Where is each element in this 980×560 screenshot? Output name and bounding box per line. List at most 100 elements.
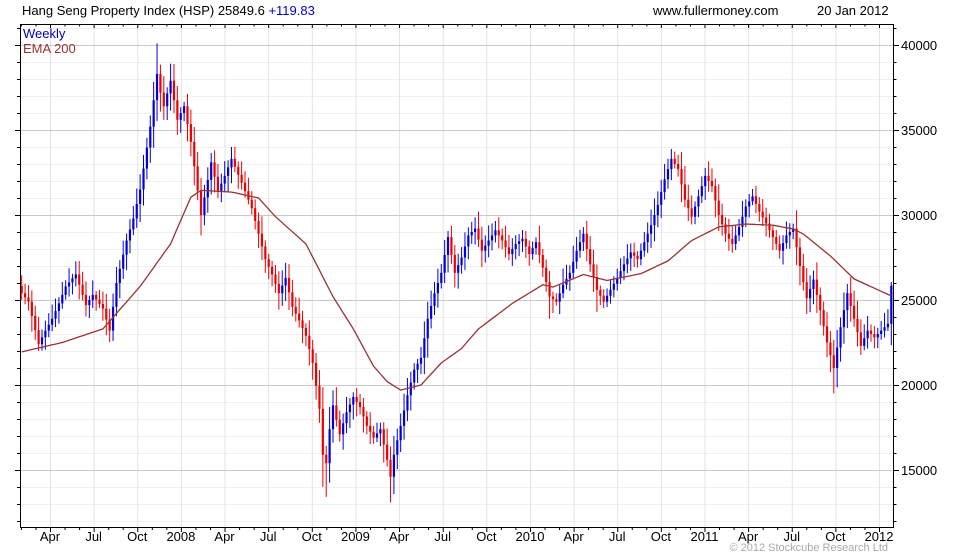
candle: [673, 151, 676, 169]
candle: [352, 392, 355, 420]
candle: [744, 199, 747, 228]
x-axis-label: Jul: [609, 529, 626, 544]
candle: [829, 331, 832, 373]
x-axis-label: Apr: [214, 529, 235, 544]
candle: [291, 279, 294, 317]
x-axis-label: Jul: [434, 529, 451, 544]
candle: [487, 225, 490, 258]
candles-layer: [20, 43, 893, 503]
candle: [781, 235, 785, 265]
candle: [514, 235, 517, 260]
chart-legend: Weekly EMA 200: [23, 26, 76, 56]
candle: [155, 43, 159, 121]
candle: [314, 353, 318, 400]
candle: [808, 275, 812, 313]
candle: [778, 235, 781, 259]
candle: [375, 422, 379, 443]
candle: [331, 390, 335, 443]
y-axis-label: 40000: [901, 38, 937, 53]
candle: [166, 87, 169, 120]
candle: [61, 281, 64, 309]
candle: [602, 289, 605, 309]
candle: [721, 203, 724, 236]
candle: [626, 244, 629, 274]
candle: [825, 312, 829, 358]
candle: [734, 225, 737, 250]
y-axis-label: 20000: [901, 378, 937, 393]
candle: [379, 422, 382, 447]
candle: [23, 283, 27, 305]
candle: [653, 198, 656, 242]
candle: [338, 410, 341, 442]
candle: [220, 173, 223, 203]
candle: [836, 330, 839, 388]
candle: [186, 93, 189, 142]
candle: [724, 217, 727, 242]
candle: [342, 413, 345, 450]
candle: [358, 393, 362, 415]
candle: [71, 273, 74, 295]
candle: [666, 158, 670, 189]
candle: [812, 270, 815, 305]
candle: [863, 324, 866, 351]
candle: [663, 163, 666, 200]
candle: [484, 235, 487, 263]
candle: [575, 236, 578, 269]
candle: [501, 228, 504, 250]
candle: [697, 189, 700, 218]
candle: [416, 358, 419, 384]
candle: [565, 264, 568, 290]
candle: [54, 298, 57, 328]
candle: [365, 411, 368, 435]
candle: [284, 262, 287, 301]
candle: [710, 168, 714, 193]
candle: [145, 137, 148, 180]
candle: [758, 197, 761, 222]
candle: [859, 319, 862, 355]
candle: [406, 378, 409, 422]
candle: [382, 422, 385, 463]
candle: [582, 227, 585, 251]
candle: [494, 221, 497, 243]
candle: [443, 239, 446, 284]
candle: [643, 231, 646, 257]
candle: [287, 264, 291, 310]
candle: [693, 201, 697, 225]
candle: [450, 225, 453, 264]
candle: [237, 161, 240, 189]
site-link[interactable]: www.fullermoney.com: [653, 3, 778, 18]
candle: [402, 393, 406, 440]
x-axis-label: 2011: [691, 529, 719, 544]
candle: [846, 284, 849, 329]
candle: [108, 308, 111, 342]
x-axis-label: Jul: [85, 529, 102, 544]
legend-ema: EMA 200: [23, 41, 76, 56]
candle: [656, 191, 659, 228]
candle: [301, 310, 304, 344]
candle: [517, 234, 521, 257]
candle: [277, 271, 280, 310]
candle: [474, 217, 477, 245]
x-axis-label: Oct: [651, 529, 672, 544]
candle: [44, 320, 47, 350]
candle: [369, 412, 372, 445]
candle: [538, 225, 541, 264]
candle: [636, 251, 639, 268]
candle: [159, 64, 162, 112]
candle: [771, 226, 774, 251]
candle: [470, 221, 473, 244]
candle: [362, 397, 365, 433]
candle: [568, 265, 571, 291]
candle: [122, 240, 125, 279]
candle: [426, 301, 429, 358]
candle: [460, 247, 463, 274]
x-axis-label: Apr: [40, 529, 61, 544]
candle: [328, 406, 331, 483]
x-axis-label: Oct: [476, 529, 497, 544]
candle: [890, 281, 893, 346]
x-axis-label: Jul: [260, 529, 277, 544]
x-axis-label: 2008: [166, 529, 195, 544]
candle: [392, 435, 396, 495]
candle: [521, 230, 524, 253]
chart-change: +119.83: [268, 3, 315, 18]
